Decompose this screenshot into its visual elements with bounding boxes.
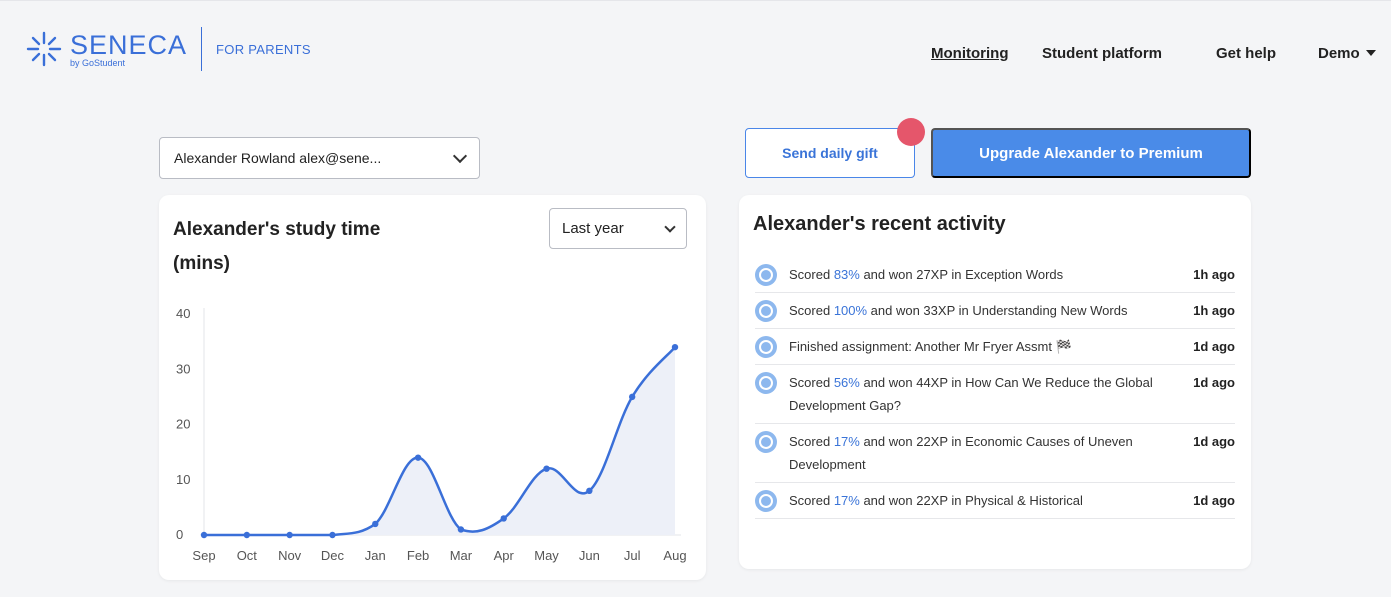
activity-score: 56% <box>833 375 860 390</box>
upgrade-premium-button[interactable]: Upgrade Alexander to Premium <box>931 128 1251 178</box>
activity-time: 1d ago <box>1193 493 1235 508</box>
send-gift-button[interactable]: Send daily gift <box>745 128 915 178</box>
activity-text-pre: Finished assignment: Another Mr Fryer As… <box>789 339 1072 354</box>
activity-text-post: and won 27XP in Exception Words <box>859 267 1064 282</box>
activity-text: Scored 83% and won 27XP in Exception Wor… <box>789 263 1175 286</box>
caret-down-icon <box>1365 50 1376 56</box>
activity-check-icon <box>755 431 777 453</box>
logo-divider <box>201 27 203 71</box>
activity-text: Scored 56% and won 44XP in How Can We Re… <box>789 371 1175 417</box>
nav-demo-label: Demo <box>1318 45 1360 62</box>
x-tick-label: Aug <box>663 548 686 563</box>
y-tick-label: 30 <box>176 361 190 376</box>
y-tick-label: 10 <box>176 472 190 487</box>
chevron-down-icon <box>452 148 468 163</box>
activity-item: Scored 56% and won 44XP in How Can We Re… <box>755 365 1235 424</box>
brand-sub: by GoStudent <box>70 57 126 68</box>
x-tick-label: Oct <box>237 548 258 563</box>
activity-check-icon <box>755 490 777 512</box>
nav-get-help[interactable]: Get help <box>1216 45 1276 62</box>
data-point <box>414 454 422 461</box>
data-point <box>329 531 336 539</box>
activity-score: 83% <box>833 267 860 282</box>
brand-name: SENECA <box>70 29 188 60</box>
study-time-card: Alexander's study time (mins) Last year … <box>159 195 706 580</box>
x-tick-label: Jan <box>365 548 386 563</box>
data-point <box>457 526 465 533</box>
data-point <box>500 515 507 522</box>
data-point <box>200 531 208 539</box>
activity-text-pre: Scored <box>789 434 834 449</box>
data-point <box>243 531 251 539</box>
data-point <box>286 531 293 539</box>
activity-list: Scored 83% and won 27XP in Exception Wor… <box>755 257 1235 519</box>
activity-score: 17% <box>833 434 860 449</box>
activity-time: 1d ago <box>1193 339 1235 354</box>
x-tick-label: May <box>534 548 559 563</box>
x-tick-label: Jun <box>579 548 600 563</box>
x-tick-label: Nov <box>278 548 302 563</box>
activity-check-icon <box>755 300 777 322</box>
activity-text-post: and won 22XP in Physical & Historical <box>859 493 1083 508</box>
study-time-chart: 0 10 20 30 40 Sep Oct Nov Dec Jan Feb Mar Apr May Jun J… <box>176 306 687 563</box>
activity-check-icon <box>755 264 777 286</box>
activity-check-icon <box>755 372 777 394</box>
y-tick-label: 20 <box>176 417 190 432</box>
activity-item: Scored 17% and won 22XP in Economic Caus… <box>755 424 1235 483</box>
activity-text-post: and won 33XP in Understanding New Words <box>867 303 1128 318</box>
activity-item: Finished assignment: Another Mr Fryer As… <box>755 329 1235 365</box>
top-bar: SENECA by GoStudent FOR PARENTS Monitori… <box>0 0 1391 90</box>
x-tick-label: Dec <box>321 548 345 563</box>
activity-text: Scored 100% and won 33XP in Understandin… <box>789 299 1175 322</box>
activity-time: 1h ago <box>1193 267 1235 282</box>
x-tick-label: Sep <box>192 548 215 563</box>
activity-text: Scored 17% and won 22XP in Physical & Hi… <box>789 489 1175 512</box>
activity-text-pre: Scored <box>789 267 834 282</box>
activity-text-pre: Scored <box>789 375 834 390</box>
data-point <box>372 520 379 528</box>
data-point <box>586 487 593 494</box>
data-point <box>543 465 550 472</box>
activity-score: 100% <box>833 303 868 318</box>
x-tick-label: Feb <box>407 548 429 563</box>
data-point <box>671 343 679 351</box>
series-area <box>204 347 675 535</box>
activity-text: Scored 17% and won 22XP in Economic Caus… <box>789 430 1175 476</box>
seneca-logo-icon <box>26 31 62 67</box>
x-tick-label: Apr <box>494 548 515 563</box>
activity-text-pre: Scored <box>789 303 834 318</box>
activity-item: Scored 17% and won 22XP in Physical & Hi… <box>755 483 1235 519</box>
section-label: FOR PARENTS <box>216 41 311 57</box>
activity-time: 1d ago <box>1193 434 1235 449</box>
x-tick-label: Jul <box>624 548 641 563</box>
x-tick-label: Mar <box>450 548 473 563</box>
activity-text-pre: Scored <box>789 493 834 508</box>
recent-activity-title: Alexander's recent activity <box>753 213 1006 235</box>
data-point <box>628 393 636 401</box>
student-select-value: Alexander Rowland alex@sene... <box>174 150 382 166</box>
y-tick-label: 0 <box>176 527 183 542</box>
activity-item: Scored 83% and won 27XP in Exception Wor… <box>755 257 1235 293</box>
nav-student-platform[interactable]: Student platform <box>1042 45 1162 62</box>
recent-activity-card: Alexander's recent activity Scored 83% a… <box>739 195 1251 569</box>
activity-check-icon <box>755 336 777 358</box>
student-select[interactable]: Alexander Rowland alex@sene... <box>159 137 480 179</box>
logo[interactable]: SENECA by GoStudent FOR PARENTS <box>24 27 311 71</box>
activity-score: 17% <box>833 493 860 508</box>
y-tick-label: 40 <box>176 306 190 321</box>
nav-monitoring[interactable]: Monitoring <box>931 45 1008 62</box>
notification-dot <box>897 118 925 146</box>
activity-item: Scored 100% and won 33XP in Understandin… <box>755 293 1235 329</box>
activity-time: 1h ago <box>1193 303 1235 318</box>
nav-demo-menu[interactable]: Demo <box>1318 45 1376 62</box>
activity-time: 1d ago <box>1193 375 1235 390</box>
activity-text: Finished assignment: Another Mr Fryer As… <box>789 335 1175 358</box>
